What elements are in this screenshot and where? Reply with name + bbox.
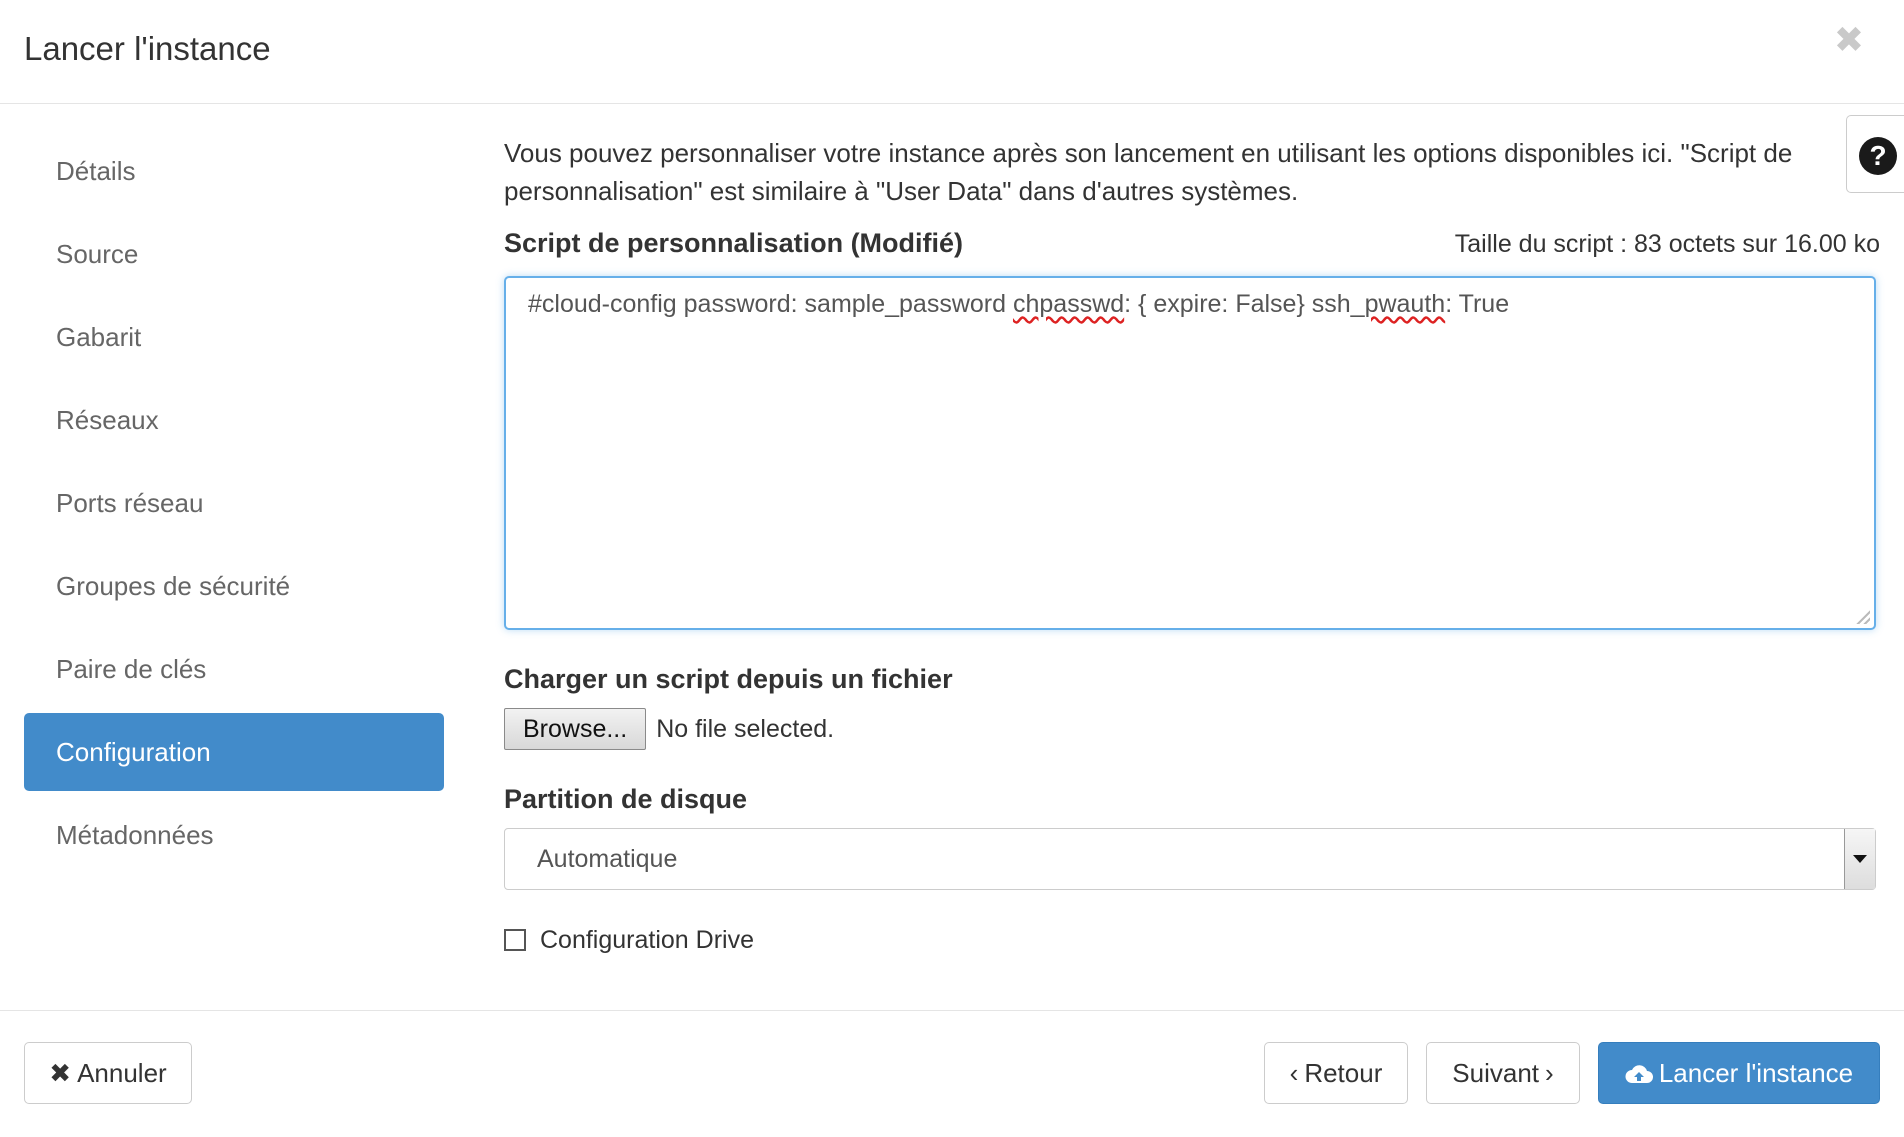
sidebar-item-flavor[interactable]: Gabarit: [24, 298, 444, 376]
cloud-upload-icon: [1625, 1043, 1653, 1103]
script-label-row: Script de personnalisation (Modifié) Tai…: [504, 228, 1880, 268]
file-input: Browse... No file selected.: [504, 708, 834, 750]
config-drive-row: Configuration Drive: [504, 925, 754, 957]
script-text-part: #cloud-config password: sample_password: [528, 290, 1013, 318]
script-text-misspelled: pwauth: [1364, 290, 1446, 318]
chevron-left-icon: ‹: [1289, 1058, 1299, 1088]
dialog-header: Lancer l'instance ✖: [0, 0, 1904, 104]
sidebar-item-metadata[interactable]: Métadonnées: [24, 796, 444, 874]
sidebar-item-details[interactable]: Détails: [24, 132, 444, 210]
browse-button[interactable]: Browse...: [504, 708, 647, 750]
no-file-text: No file selected.: [656, 714, 835, 743]
config-description: Vous pouvez personnaliser votre instance…: [504, 138, 1793, 206]
sidebar-item-key-pair[interactable]: Paire de clés: [24, 630, 444, 708]
script-text-part: : { expire: False} ssh_: [1124, 290, 1365, 318]
cancel-label: Annuler: [77, 1058, 167, 1088]
launch-label: Lancer l'instance: [1658, 1058, 1854, 1088]
config-drive-checkbox[interactable]: [504, 929, 526, 952]
dialog-title: Lancer l'instance: [24, 30, 271, 67]
question-circle-icon: ?: [1859, 137, 1897, 175]
sidebar-item-source[interactable]: Source: [24, 215, 444, 293]
disk-partition-value: Automatique: [537, 845, 678, 873]
launch-instance-button[interactable]: Lancer l'instance: [1598, 1042, 1880, 1104]
sidebar-item-networks[interactable]: Réseaux: [24, 381, 444, 459]
upload-script-label: Charger un script depuis un fichier: [504, 664, 953, 694]
close-icon[interactable]: ✖: [1834, 22, 1864, 58]
cancel-button[interactable]: ✖ Annuler: [24, 1042, 192, 1104]
close-icon: ✖: [49, 1058, 72, 1088]
disk-partition-label: Partition de disque: [504, 784, 748, 814]
back-button[interactable]: ‹ Retour: [1264, 1042, 1408, 1104]
wizard-sidebar: Détails Source Gabarit Réseaux Ports rés…: [24, 132, 444, 879]
script-label: Script de personnalisation (Modifié): [504, 228, 964, 258]
next-button[interactable]: Suivant ›: [1426, 1042, 1580, 1104]
help-button[interactable]: ?: [1846, 115, 1904, 193]
config-drive-label: Configuration Drive: [540, 925, 754, 954]
script-size-info: Taille du script : 83 octets sur 16.00 k…: [1454, 230, 1880, 258]
resize-handle-icon[interactable]: [1854, 608, 1870, 624]
disk-partition-select[interactable]: Automatique: [504, 828, 1876, 890]
script-text-part: : True: [1445, 290, 1510, 318]
next-label: Suivant: [1452, 1058, 1540, 1088]
script-text-misspelled: chpasswd: [1012, 290, 1125, 318]
back-label: Retour: [1304, 1058, 1383, 1088]
sidebar-item-security-groups[interactable]: Groupes de sécurité: [24, 547, 444, 625]
sidebar-item-configuration[interactable]: Configuration: [24, 713, 444, 791]
sidebar-item-network-ports[interactable]: Ports réseau: [24, 464, 444, 542]
chevron-right-icon: ›: [1545, 1058, 1554, 1088]
customization-script-textarea[interactable]: #cloud-config password: sample_password …: [504, 276, 1876, 630]
chevron-down-icon: [1844, 829, 1875, 889]
